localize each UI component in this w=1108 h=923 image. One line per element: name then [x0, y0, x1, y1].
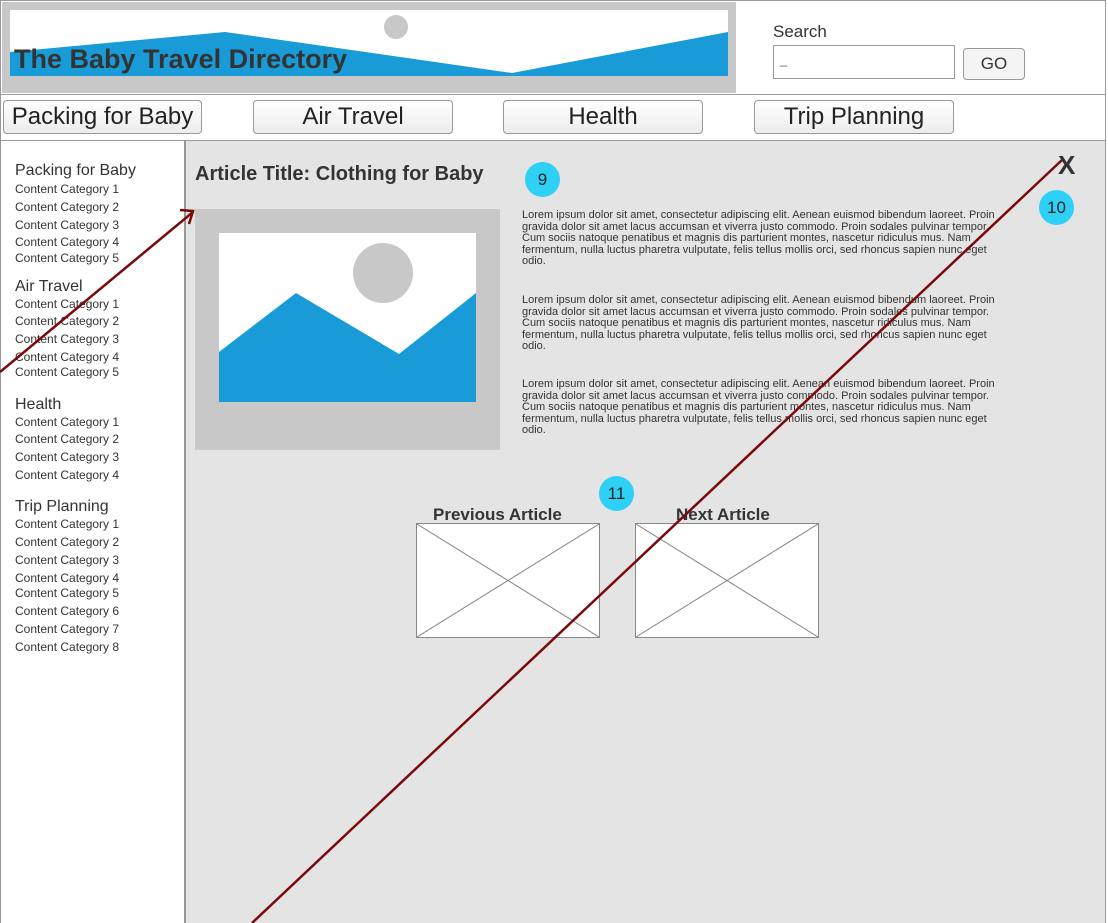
sidebar-item[interactable]: Content Category 4: [15, 571, 119, 585]
annotation-badge: 11: [599, 476, 634, 511]
sidebar-item[interactable]: Content Category 2: [15, 535, 119, 549]
sidebar-item[interactable]: Content Category 3: [15, 218, 119, 232]
annotation-badge: 9: [525, 162, 560, 197]
annotation-badge: 10: [1039, 190, 1074, 225]
previous-article-label[interactable]: Previous Article: [433, 505, 562, 525]
sidebar-item[interactable]: Content Category 7: [15, 622, 119, 636]
sidebar-section-trip-planning[interactable]: Trip Planning: [15, 498, 109, 516]
sidebar-section-air-travel[interactable]: Air Travel: [15, 278, 83, 296]
article-image: [219, 233, 476, 402]
sidebar-item[interactable]: Content Category 3: [15, 553, 119, 567]
search-input[interactable]: _: [773, 45, 955, 79]
sidebar-item[interactable]: Content Category 6: [15, 604, 119, 618]
image-placeholder-icon: [219, 243, 476, 402]
search-label: Search: [773, 22, 827, 41]
article-title: Article Title: Clothing for Baby: [195, 163, 484, 185]
sidebar-item[interactable]: Content Category 2: [15, 200, 119, 214]
sidebar-item[interactable]: Content Category 1: [15, 297, 119, 311]
nav-packing-for-baby[interactable]: Packing for Baby: [3, 100, 202, 134]
sidebar-item[interactable]: Content Category 2: [15, 314, 119, 328]
nav-health[interactable]: Health: [503, 100, 703, 134]
sidebar-item[interactable]: Content Category 2: [15, 432, 119, 446]
go-button[interactable]: GO: [963, 48, 1025, 80]
sidebar-item[interactable]: Content Category 3: [15, 450, 119, 464]
sidebar-item[interactable]: Content Category 1: [15, 415, 119, 429]
article-paragraph: Lorem ipsum dolor sit amet, consectetur …: [522, 209, 995, 268]
sidebar-item[interactable]: Content Category 8: [15, 640, 119, 654]
sidebar-item[interactable]: Content Category 5: [15, 365, 119, 379]
next-article-label[interactable]: Next Article: [676, 505, 770, 525]
next-article-thumbnail[interactable]: [635, 523, 819, 638]
sidebar-item[interactable]: Content Category 1: [15, 517, 119, 531]
article-paragraph: Lorem ipsum dolor sit amet, consectetur …: [522, 378, 995, 437]
sidebar-item[interactable]: Content Category 4: [15, 235, 119, 249]
image-placeholder-icon: [416, 523, 600, 638]
sidebar-item[interactable]: Content Category 1: [15, 182, 119, 196]
close-button[interactable]: X: [1058, 150, 1075, 181]
image-placeholder-icon: [635, 523, 819, 638]
previous-article-thumbnail[interactable]: [416, 523, 600, 638]
article-paragraph: Lorem ipsum dolor sit amet, consectetur …: [522, 294, 995, 353]
nav-trip-planning[interactable]: Trip Planning: [754, 100, 954, 134]
sidebar-item[interactable]: Content Category 5: [15, 251, 119, 265]
nav-air-travel[interactable]: Air Travel: [253, 100, 453, 134]
sidebar-section-health[interactable]: Health: [15, 396, 61, 414]
sidebar-item[interactable]: Content Category 4: [15, 350, 119, 364]
sidebar-item[interactable]: Content Category 5: [15, 586, 119, 600]
site-title[interactable]: The Baby Travel Directory: [14, 44, 347, 75]
sidebar-item[interactable]: Content Category 4: [15, 468, 119, 482]
sidebar-item[interactable]: Content Category 3: [15, 332, 119, 346]
sidebar-section-packing[interactable]: Packing for Baby: [15, 162, 136, 180]
